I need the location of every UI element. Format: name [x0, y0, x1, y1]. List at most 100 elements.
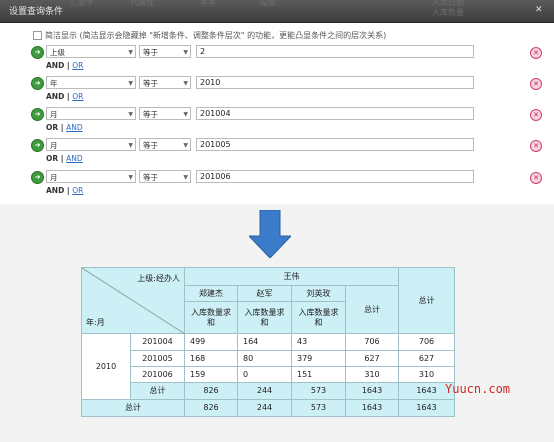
go-arrow-icon[interactable]: ➜ [31, 77, 44, 90]
value-cell: 706 [399, 334, 455, 351]
value-cell: 0 [238, 367, 292, 383]
logic-alternative[interactable]: OR [72, 92, 83, 101]
measure-header: 入库数量求和 [185, 302, 238, 334]
logic-toggle[interactable]: AND | OR [46, 61, 83, 70]
field-select[interactable]: 上级 ▼ [46, 45, 136, 58]
operator-select[interactable]: 等于 ▼ [139, 138, 191, 151]
operator-select[interactable]: 等于 ▼ [139, 107, 191, 120]
grand-total-cell: 1643 [399, 400, 455, 417]
value-cell: 151 [292, 367, 346, 383]
value-cell: 164 [238, 334, 292, 351]
person-header: 郑建杰 [185, 286, 238, 302]
go-arrow-icon[interactable]: ➜ [31, 46, 44, 59]
operator-value: 等于 [143, 48, 158, 57]
field-select[interactable]: 月 ▼ [46, 107, 136, 120]
condition-row: ➜ 上级 ▼ 等于 ▼ 2 ✕ AND | OR [0, 45, 554, 73]
delete-icon[interactable]: ✕ [530, 78, 542, 90]
value-cell: 310 [399, 367, 455, 383]
condition-row: ➜ 月 ▼ 等于 ▼ 201006 ✕ AND | OR [0, 170, 554, 198]
logic-toggle[interactable]: AND | OR [46, 92, 83, 101]
grand-total-cell: 573 [292, 400, 346, 417]
grand-total-label: 总计 [81, 400, 185, 417]
field-select[interactable]: 月 ▼ [46, 170, 136, 183]
group-total-header: 总计 [346, 286, 399, 334]
field-value: 月 [50, 173, 58, 182]
measure-header: 入库数量求和 [238, 302, 292, 334]
operator-select[interactable]: 等于 ▼ [139, 170, 191, 183]
grand-total-cell: 826 [185, 400, 238, 417]
value-input[interactable]: 201005 [196, 138, 474, 151]
chevron-down-icon: ▼ [128, 111, 133, 118]
go-arrow-icon[interactable]: ➜ [31, 108, 44, 121]
condition-row: ➜ 月 ▼ 等于 ▼ 201004 ✕ OR | AND [0, 107, 554, 135]
subtotal-cell: 826 [185, 383, 238, 400]
value-cell: 499 [185, 334, 238, 351]
value-cell: 80 [238, 351, 292, 367]
value-cell: 43 [292, 334, 346, 351]
logic-current[interactable]: AND [46, 61, 64, 70]
close-icon[interactable]: ✕ [535, 5, 543, 15]
chevron-down-icon: ▼ [128, 142, 133, 149]
simple-display-label: 简洁显示 (简洁显示会隐藏掉 "新增条件、调整条件层次" 的功能，更能凸显条件之… [45, 31, 387, 40]
simple-display-checkbox[interactable] [33, 31, 42, 40]
value-input[interactable]: 201006 [196, 170, 474, 183]
subtotal-cell: 244 [238, 383, 292, 400]
field-select[interactable]: 月 ▼ [46, 138, 136, 151]
condition-row: ➜ 年 ▼ 等于 ▼ 2010 ✕ AND | OR [0, 76, 554, 104]
logic-toggle[interactable]: OR | AND [46, 154, 83, 163]
logic-toggle[interactable]: OR | AND [46, 123, 83, 132]
logic-alternative[interactable]: AND [66, 123, 83, 132]
delete-icon[interactable]: ✕ [530, 47, 542, 59]
delete-icon[interactable]: ✕ [530, 140, 542, 152]
value-cell: 627 [346, 351, 399, 367]
go-arrow-icon[interactable]: ➜ [31, 139, 44, 152]
chevron-down-icon: ▼ [128, 49, 133, 56]
logic-toggle[interactable]: AND | OR [46, 186, 83, 195]
field-value: 月 [50, 141, 58, 150]
condition-row: ➜ 月 ▼ 等于 ▼ 201005 ✕ OR | AND [0, 138, 554, 166]
logic-alternative[interactable]: OR [72, 61, 83, 70]
logic-alternative[interactable]: OR [72, 186, 83, 195]
month-cell: 201004 [131, 334, 185, 351]
value-input[interactable]: 2010 [196, 76, 474, 89]
logic-current[interactable]: OR [46, 123, 58, 132]
month-cell: 201006 [131, 367, 185, 383]
bg-tab-6: 入库数量 [432, 8, 464, 17]
value-input[interactable]: 2 [196, 45, 474, 58]
logic-current[interactable]: AND [46, 92, 64, 101]
person-header: 赵军 [238, 286, 292, 302]
down-arrow-icon [249, 210, 291, 258]
field-select[interactable]: 年 ▼ [46, 76, 136, 89]
subtotal-cell: 573 [292, 383, 346, 400]
dialog-title: 设置查询条件 [9, 7, 64, 17]
field-value: 上级 [50, 48, 65, 57]
value-cell: 627 [399, 351, 455, 367]
operator-select[interactable]: 等于 ▼ [139, 76, 191, 89]
value-cell: 168 [185, 351, 238, 367]
operator-select[interactable]: 等于 ▼ [139, 45, 191, 58]
pivot-table: 上级:经办人 年:月 王伟 总计 郑建杰 赵军 刘英玫 总计 入库数量求和 入库… [81, 267, 455, 417]
subtotal-label: 总计 [131, 383, 185, 400]
logic-alternative[interactable]: AND [66, 154, 83, 163]
corner-bottom-label: 年:月 [86, 318, 105, 327]
delete-icon[interactable]: ✕ [530, 172, 542, 184]
person-header: 刘英玫 [292, 286, 346, 302]
bg-tab-2: 列属性 [130, 0, 154, 7]
measure-header: 入库数量求和 [292, 302, 346, 334]
value-input[interactable]: 201004 [196, 107, 474, 120]
month-cell: 201005 [131, 351, 185, 367]
value-cell: 310 [346, 367, 399, 383]
query-condition-dialog: 汇总字 列属性 等等 设置 入库日期 入库数量 设置查询条件 ✕ 简洁显示 (简… [0, 0, 554, 204]
grand-total-header: 总计 [399, 267, 455, 334]
bg-tab-1: 汇总字 [70, 0, 94, 7]
group-header: 王伟 [185, 267, 399, 286]
grand-total-cell: 244 [238, 400, 292, 417]
logic-current[interactable]: AND [46, 186, 64, 195]
value-cell: 379 [292, 351, 346, 367]
bg-tab-3: 等等 [200, 0, 216, 7]
delete-icon[interactable]: ✕ [530, 109, 542, 121]
go-arrow-icon[interactable]: ➜ [31, 171, 44, 184]
corner-top-label: 上级:经办人 [137, 274, 180, 283]
logic-current[interactable]: OR [46, 154, 58, 163]
grand-total-cell: 1643 [346, 400, 399, 417]
